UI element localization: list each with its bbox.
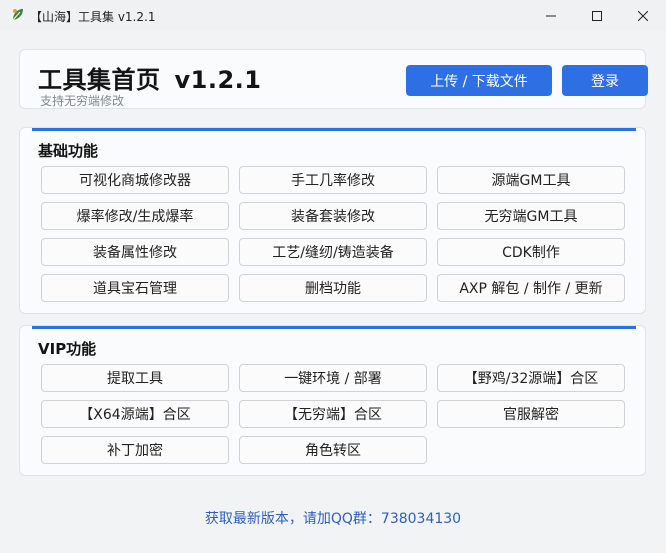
title-bar[interactable]: 【山海】工具集 v1.2.1 bbox=[0, 0, 666, 31]
character-transfer-button[interactable]: 角色转区 bbox=[239, 436, 427, 464]
extract-tool-button[interactable]: 提取工具 bbox=[41, 364, 229, 392]
merge-infinite-button[interactable]: 【无穷端】合区 bbox=[239, 400, 427, 428]
equipment-attribute-edit-button[interactable]: 装备属性修改 bbox=[41, 238, 229, 266]
page-title-text: 工具集首页 bbox=[38, 66, 161, 94]
upload-download-button[interactable]: 上传 / 下载文件 bbox=[406, 65, 552, 96]
one-click-deploy-button[interactable]: 一键环境 / 部署 bbox=[239, 364, 427, 392]
merge-x64-source-button[interactable]: 【X64源端】合区 bbox=[41, 400, 229, 428]
section-accent-bar bbox=[32, 326, 636, 329]
manual-rate-edit-button[interactable]: 手工几率修改 bbox=[239, 166, 427, 194]
merge-32-source-button[interactable]: 【野鸡/32源端】合区 bbox=[437, 364, 625, 392]
section-title-vip: VIP功能 bbox=[38, 340, 97, 358]
close-button[interactable] bbox=[620, 0, 666, 31]
drop-rate-edit-button[interactable]: 爆率修改/生成爆率 bbox=[41, 202, 229, 230]
maximize-button[interactable] bbox=[574, 0, 620, 31]
visual-shop-editor-button[interactable]: 可视化商城修改器 bbox=[41, 166, 229, 194]
page-subtitle: 支持无穷端修改 bbox=[40, 94, 125, 108]
minimize-icon bbox=[546, 15, 556, 16]
minimize-button[interactable] bbox=[528, 0, 574, 31]
item-gem-manage-button[interactable]: 道具宝石管理 bbox=[41, 274, 229, 302]
page-title: 工具集首页 v1.2.1 bbox=[38, 60, 261, 95]
window-title: 【山海】工具集 v1.2.1 bbox=[30, 10, 156, 24]
section-accent-bar bbox=[32, 128, 636, 131]
patch-encrypt-button[interactable]: 补丁加密 bbox=[41, 436, 229, 464]
app-window: 【山海】工具集 v1.2.1 工具集首页 v1.2.1 支持无穷端修改 上传 / … bbox=[0, 0, 666, 553]
equipment-set-edit-button[interactable]: 装备套装修改 bbox=[239, 202, 427, 230]
version-label: v1.2.1 bbox=[174, 66, 262, 94]
maximize-icon bbox=[592, 10, 602, 21]
axp-pack-button[interactable]: AXP 解包 / 制作 / 更新 bbox=[437, 274, 625, 302]
craft-equipment-button[interactable]: 工艺/缝纫/铸造装备 bbox=[239, 238, 427, 266]
cdk-create-button[interactable]: CDK制作 bbox=[437, 238, 625, 266]
section-title-basic: 基础功能 bbox=[38, 142, 99, 160]
wipe-data-button[interactable]: 删档功能 bbox=[239, 274, 427, 302]
basic-functions-card: 基础功能 可视化商城修改器 手工几率修改 源端GM工具 爆率修改/生成爆率 装备… bbox=[19, 127, 646, 314]
close-icon bbox=[638, 10, 648, 21]
login-button[interactable]: 登录 bbox=[562, 65, 648, 96]
header-card: 工具集首页 v1.2.1 支持无穷端修改 上传 / 下载文件 登录 bbox=[19, 49, 648, 109]
infinite-gm-tool-button[interactable]: 无穷端GM工具 bbox=[437, 202, 625, 230]
source-gm-tool-button[interactable]: 源端GM工具 bbox=[437, 166, 625, 194]
leaf-app-icon bbox=[12, 9, 23, 21]
vip-functions-card: VIP功能 提取工具 一键环境 / 部署 【野鸡/32源端】合区 【X64源端】… bbox=[19, 325, 646, 476]
footer-qq-group: 获取最新版本，请加QQ群：738034130 bbox=[204, 511, 462, 527]
official-decrypt-button[interactable]: 官服解密 bbox=[437, 400, 625, 428]
